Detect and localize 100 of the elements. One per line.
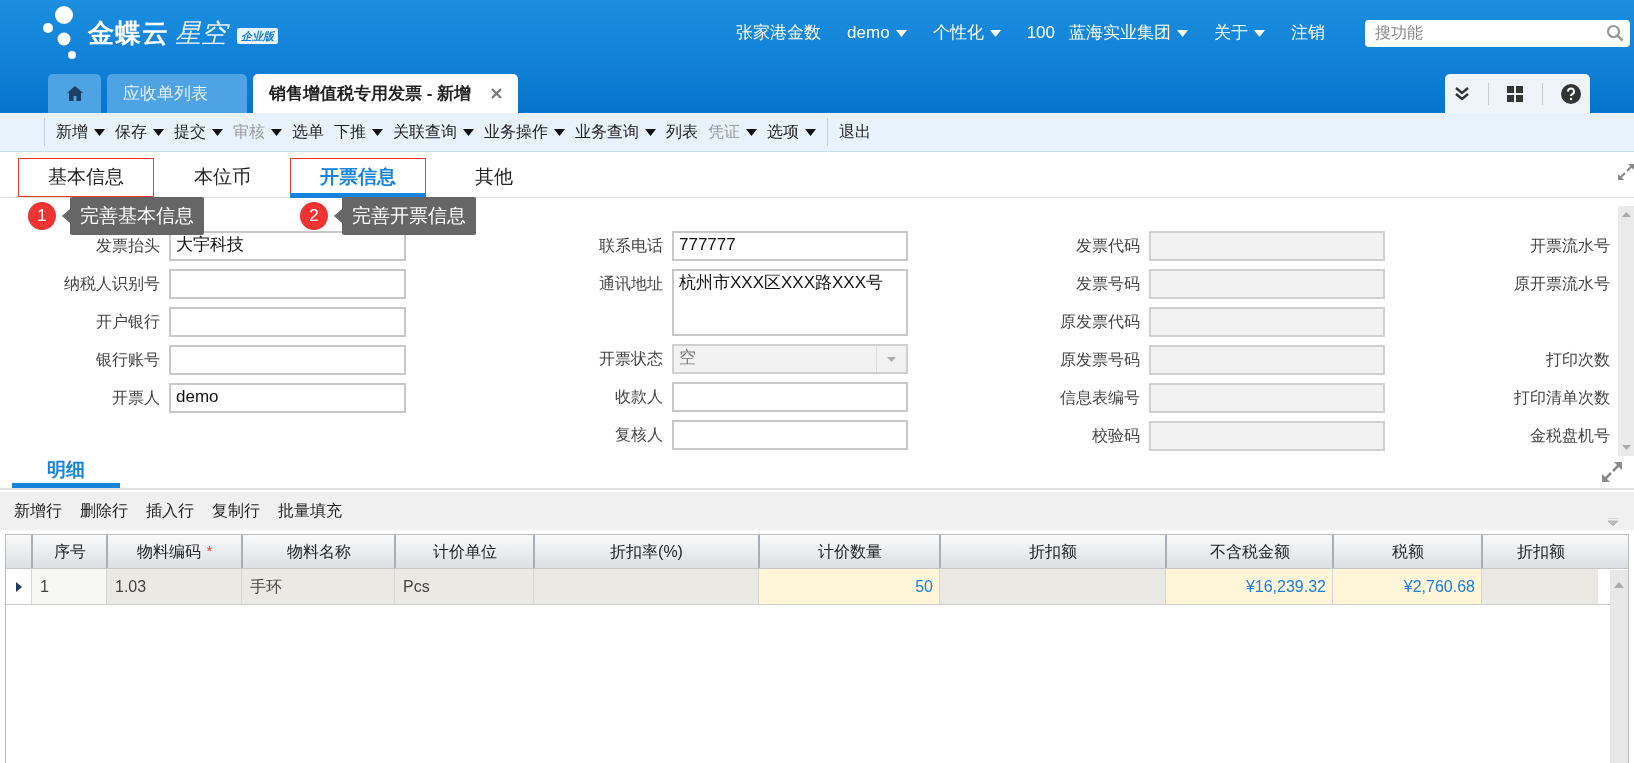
column-title: 序号 (53, 541, 86, 562)
caret-icon (153, 128, 164, 136)
caret-icon (463, 128, 474, 136)
required-mark: * (206, 541, 213, 562)
grid-icon (1507, 85, 1524, 102)
nav-menu[interactable]: 关于 (1214, 20, 1265, 46)
field-label: 金税盘机号 (1529, 426, 1610, 446)
tooltip: 完善开票信息 (342, 197, 476, 235)
column-title: 计价单位 (432, 541, 497, 562)
field-label: 发票号码 (1075, 274, 1140, 294)
input-field[interactable]: demo (169, 383, 406, 413)
page-tab[interactable]: 销售增值税专用发票 - 新增 (253, 74, 519, 113)
brand-name: 金蝶云 (88, 16, 169, 50)
toolbar-button[interactable]: 关联查询 (388, 120, 479, 144)
pointer-icon (62, 209, 70, 223)
field-label: 纳税人识别号 (63, 274, 160, 294)
nav-menu[interactable]: 注销 (1291, 20, 1325, 46)
step-badge: 2 (300, 202, 328, 230)
form-tab[interactable]: 本位币 (154, 158, 290, 197)
field-label: 开户银行 (95, 312, 160, 332)
row-action-button[interactable]: 批量填充 (270, 499, 350, 523)
column-title: 不含税金额 (1209, 541, 1290, 562)
input-field[interactable] (672, 382, 908, 412)
field-label: 开票流水号 (1529, 236, 1610, 256)
scrollbar[interactable] (1618, 206, 1634, 456)
row-action-button[interactable]: 删除行 (72, 499, 136, 523)
edition-badge: 企业版 (237, 28, 278, 44)
table-cell: Pcs (394, 569, 533, 604)
input-field[interactable] (169, 307, 406, 337)
caret-icon (746, 128, 757, 136)
row-action-button[interactable]: 插入行 (138, 499, 202, 523)
row-action-button[interactable]: 复制行 (204, 499, 268, 523)
toolbar-button[interactable]: 选单 (287, 120, 329, 144)
input-field[interactable]: 杭州市XXX区XXX路XXX号 (672, 269, 908, 336)
caret-icon (1177, 29, 1188, 37)
help-icon (1560, 83, 1581, 104)
tooltip: 完善基本信息 (70, 197, 204, 235)
up-arrow-icon (1621, 212, 1631, 217)
toolbar-button[interactable]: 下推 (329, 120, 388, 144)
field-label: 原发票代码 (1059, 312, 1140, 332)
table-cell: 1 (31, 569, 106, 604)
field-label: 开票人 (111, 388, 160, 408)
caret-icon (989, 29, 1001, 37)
nav-menu[interactable]: 个性化 (932, 20, 1001, 46)
field-label: 银行账号 (95, 350, 160, 370)
caret-icon (895, 29, 907, 37)
toolbar-button[interactable]: 业务操作 (479, 120, 570, 144)
scrollbar[interactable] (1610, 570, 1628, 763)
field-label: 通讯地址 (598, 274, 663, 294)
toolbar-button[interactable]: 保存 (110, 120, 169, 144)
table-cell: ¥2,760.68 (1332, 569, 1481, 604)
field-label: 复核人 (614, 425, 663, 445)
caret-icon (645, 128, 656, 136)
form-tab[interactable]: 基本信息 (18, 158, 154, 197)
up-arrow-icon (1614, 582, 1624, 588)
toolbar-button[interactable]: 选项 (762, 120, 821, 144)
toolbar-button[interactable]: 业务查询 (570, 120, 661, 144)
toolbar-button[interactable]: 退出 (834, 120, 876, 144)
caret-icon (805, 128, 816, 136)
caret-icon (271, 128, 282, 136)
column-title: 折扣额 (1029, 541, 1077, 562)
collapse-icon (1608, 518, 1618, 526)
input-field[interactable]: 777777 (672, 231, 908, 261)
caret-icon (94, 128, 105, 136)
column-title: 计价数量 (817, 541, 882, 562)
field-label: 发票代码 (1075, 236, 1140, 256)
column-title: 物料名称 (286, 541, 351, 562)
nav-menu[interactable]: demo (847, 20, 907, 46)
input-field[interactable] (672, 420, 908, 450)
expand-icon (1602, 462, 1622, 482)
toolbar-button[interactable]: 列表 (661, 120, 703, 144)
caret-icon (372, 128, 383, 136)
field-label: 信息表编号 (1059, 388, 1140, 408)
form-tab[interactable]: 其他 (426, 158, 562, 197)
pointer-icon (334, 209, 342, 223)
toolbar-button[interactable]: 新增 (51, 120, 110, 144)
toolbar-button[interactable]: 提交 (169, 120, 228, 144)
close-icon (491, 88, 503, 99)
input-field[interactable] (169, 269, 406, 299)
nav-menu[interactable]: 张家港金数 (736, 20, 822, 46)
caret-icon (212, 128, 223, 136)
field-label: 开票状态 (598, 349, 663, 369)
input-field[interactable]: 大宇科技 (169, 231, 406, 261)
input-field[interactable] (169, 345, 406, 375)
field-label: 发票抬头 (95, 236, 160, 256)
field-label: 联系电话 (598, 236, 663, 256)
home-tab[interactable] (48, 74, 101, 113)
table-cell: 1.03 (106, 569, 241, 604)
nav-menu[interactable]: 100 蓝海实业集团 (1026, 20, 1188, 46)
search-field[interactable]: 搜功能 (1365, 19, 1630, 47)
field-label: 原发票号码 (1059, 350, 1140, 370)
field-label: 打印次数 (1545, 350, 1610, 370)
down-arrow-icon (1621, 445, 1631, 450)
field-label: 原开票流水号 (1513, 274, 1610, 294)
column-title: 税额 (1391, 541, 1424, 562)
double-chevron-icon (1454, 86, 1471, 101)
row-action-button[interactable]: 新增行 (6, 499, 70, 523)
table-cell: 50 (758, 569, 939, 604)
caret-icon (1254, 29, 1265, 37)
table-cell: 手环 (241, 569, 394, 604)
